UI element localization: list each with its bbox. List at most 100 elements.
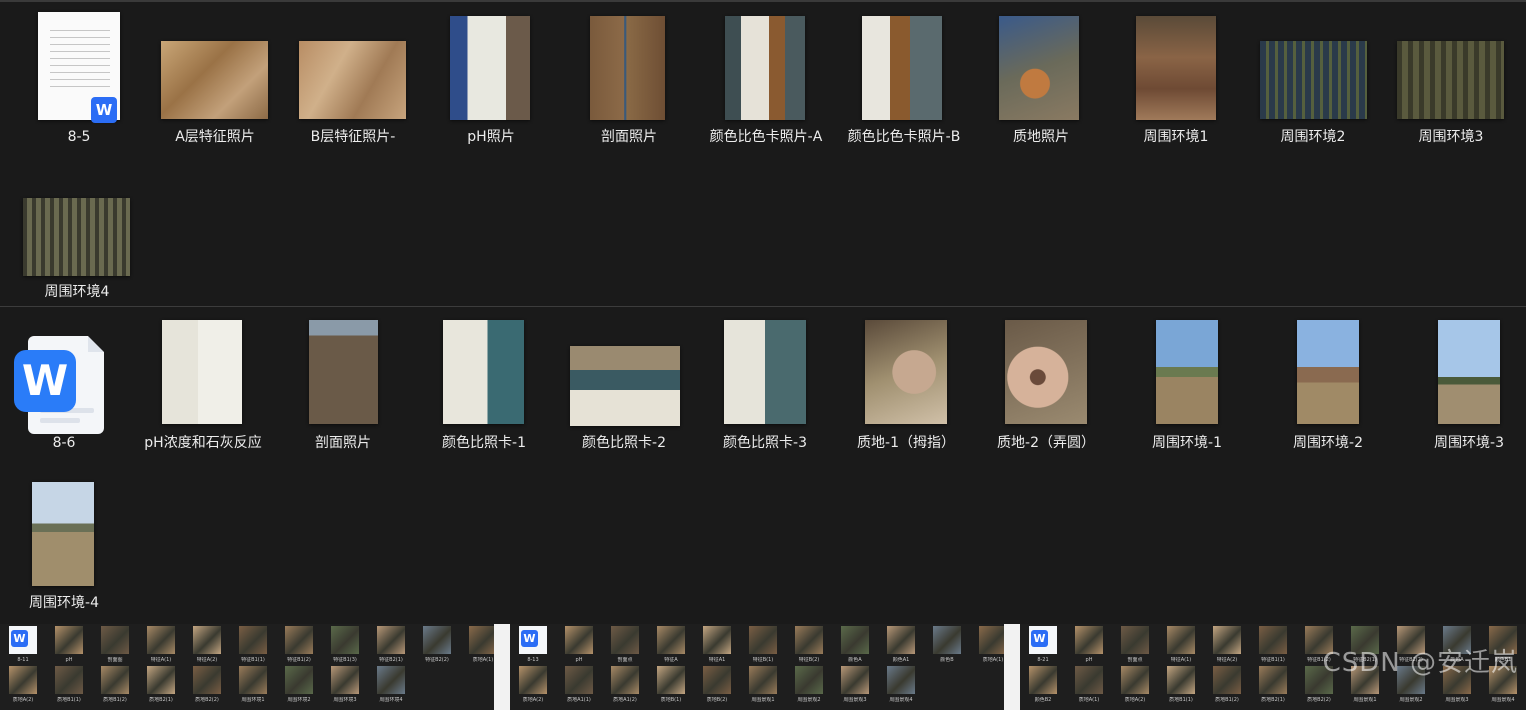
strip-file-item[interactable]: 质地A1(2) — [602, 666, 648, 710]
strip-file-item[interactable]: 特征B1(2) — [276, 626, 322, 670]
mini-image-thumbnail — [377, 666, 405, 694]
strip-file-item[interactable]: 质地A(2) — [0, 666, 46, 710]
image-thumbnail — [1156, 320, 1218, 424]
image-thumbnail — [1260, 41, 1367, 119]
strip-file-item[interactable]: 颜色B — [924, 626, 970, 670]
strip-file-item[interactable]: 特征A(2) — [1204, 626, 1250, 670]
strip-file-item[interactable]: 周围环境4 — [368, 666, 414, 710]
strip-file-item[interactable]: 特征A — [648, 626, 694, 670]
file-label: B层特征照片- — [310, 129, 396, 145]
strip-file-item[interactable]: 周围景观1 — [740, 666, 786, 710]
mini-image-thumbnail — [1213, 626, 1241, 654]
mini-image-thumbnail — [377, 626, 405, 654]
section-divider — [0, 306, 1526, 307]
wps-logo-icon: W — [14, 350, 76, 412]
image-thumbnail — [299, 41, 406, 119]
strip-file-item[interactable]: 质地B1(1) — [1158, 666, 1204, 710]
strip-file-item[interactable]: 质地B1(2) — [92, 666, 138, 710]
file-label: pH照片 — [467, 129, 515, 145]
word-icon: W — [521, 630, 538, 647]
strip-file-item[interactable]: 剖面图 — [92, 626, 138, 670]
strip-file-item[interactable]: 质地B(1) — [648, 666, 694, 710]
strip-file-item[interactable]: pH — [1066, 626, 1112, 670]
folder-view-section-2: W 8-6 pH浓度和石灰反应 剖面照片 颜色比照卡-1 颜色比照卡-2 颜色比… — [0, 308, 1526, 620]
strip-file-item[interactable]: 质地A(1) — [970, 626, 1004, 670]
group-separator — [494, 624, 510, 710]
image-thumbnail — [590, 16, 665, 120]
mini-image-thumbnail — [331, 666, 359, 694]
mini-image-thumbnail — [193, 626, 221, 654]
mini-image-thumbnail — [55, 626, 83, 654]
file-label: 周围环境4 — [44, 284, 110, 300]
strip-file-item[interactable]: 剖面点 — [602, 626, 648, 670]
strip-file-item[interactable]: 颜色A1 — [878, 626, 924, 670]
strip-file-item[interactable]: 周围景观3 — [832, 666, 878, 710]
strip-file-item[interactable]: 质地B2(2) — [184, 666, 230, 710]
image-thumbnail — [1397, 41, 1504, 119]
strip-file-item[interactable]: 质地A(1) — [460, 626, 494, 670]
strip-file-item[interactable]: W 8-21 — [1020, 626, 1066, 670]
strip-file-item[interactable]: 质地B1(2) — [1204, 666, 1250, 710]
strip-file-item[interactable]: pH — [556, 626, 602, 670]
strip-file-item[interactable]: 质地B(2) — [694, 666, 740, 710]
file-label: 周围环境1 — [1143, 129, 1209, 145]
image-thumbnail — [450, 16, 530, 120]
word-icon: W — [11, 630, 28, 647]
mini-image-thumbnail — [331, 626, 359, 654]
strip-file-item[interactable]: 质地B1(1) — [46, 666, 92, 710]
image-thumbnail — [162, 320, 242, 424]
strip-file-item[interactable]: 周围景观4 — [878, 666, 924, 710]
image-thumbnail — [32, 482, 94, 586]
strip-file-item[interactable]: 特征B1(1) — [1250, 626, 1296, 670]
strip-file-item[interactable]: 特征A(2) — [184, 626, 230, 670]
mini-image-thumbnail — [1167, 626, 1195, 654]
mini-image-thumbnail — [1029, 666, 1057, 694]
strip-file-item[interactable]: 质地A(2) — [510, 666, 556, 710]
strip-file-item[interactable]: 特征B2(2) — [414, 626, 460, 670]
mini-image-thumbnail — [239, 666, 267, 694]
strip-file-label: 质地A(1) — [472, 657, 494, 663]
strip-file-item[interactable]: 周围环境2 — [276, 666, 322, 710]
mini-image-thumbnail — [611, 666, 639, 694]
strip-file-item[interactable]: 质地B2(1) — [138, 666, 184, 710]
word-icon: W — [1031, 630, 1048, 647]
strip-file-item[interactable]: 质地A(1) — [1066, 666, 1112, 710]
file-label: 颜色比照卡-3 — [723, 435, 807, 451]
strip-file-item[interactable]: 特征B(1) — [740, 626, 786, 670]
file-label: 周围环境-2 — [1293, 435, 1363, 451]
image-thumbnail — [161, 41, 268, 119]
strip-file-item[interactable]: pH — [46, 626, 92, 670]
strip-file-item[interactable]: 特征B2(1) — [368, 626, 414, 670]
mini-image-thumbnail — [841, 626, 869, 654]
file-label: 质地照片 — [1013, 129, 1069, 145]
strip-file-item[interactable]: 特征A1 — [694, 626, 740, 670]
strip-file-item[interactable]: W 8-13 — [510, 626, 556, 670]
mini-image-thumbnail — [611, 626, 639, 654]
watermark: CSDN @安迁岚 — [1322, 648, 1518, 678]
mini-image-thumbnail — [147, 626, 175, 654]
strip-file-item[interactable]: 特征B1(3) — [322, 626, 368, 670]
mini-image-thumbnail — [749, 626, 777, 654]
image-thumbnail — [999, 16, 1079, 120]
mini-image-thumbnail — [9, 666, 37, 694]
strip-file-item[interactable]: W 8-11 — [0, 626, 46, 670]
strip-file-item[interactable]: 质地B2(1) — [1250, 666, 1296, 710]
mini-image-thumbnail — [795, 626, 823, 654]
strip-file-item[interactable]: 特征B1(1) — [230, 626, 276, 670]
strip-file-item[interactable]: 特征A(1) — [138, 626, 184, 670]
strip-file-item[interactable]: 质地A(2) — [1112, 666, 1158, 710]
strip-file-item[interactable]: 特征A(1) — [1158, 626, 1204, 670]
strip-file-item[interactable]: 特征B(2) — [786, 626, 832, 670]
strip-file-item[interactable]: 周围环境3 — [322, 666, 368, 710]
mini-image-thumbnail — [101, 666, 129, 694]
word-icon: W — [91, 97, 117, 123]
folder-view-section-1: W 8-5 A层特征照片 B层特征照片- pH照片 剖面照片 颜色比色卡照片-A… — [0, 2, 1526, 306]
strip-file-item[interactable]: 颜色B2 — [1020, 666, 1066, 710]
strip-file-item[interactable]: 周围景观2 — [786, 666, 832, 710]
strip-file-item[interactable]: 周围环境1 — [230, 666, 276, 710]
image-thumbnail — [724, 320, 806, 424]
strip-file-item[interactable]: 质地A1(1) — [556, 666, 602, 710]
image-thumbnail — [309, 320, 378, 424]
strip-file-item[interactable]: 剖面点 — [1112, 626, 1158, 670]
strip-file-item[interactable]: 颜色A — [832, 626, 878, 670]
